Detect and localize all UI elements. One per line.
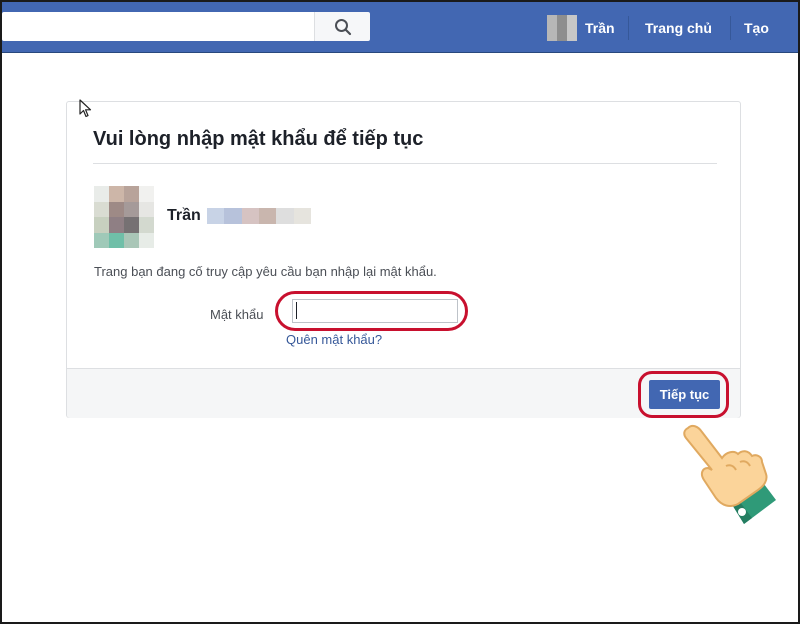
dialog-title: Vui lòng nhập mật khẩu để tiếp tục [93, 128, 424, 150]
nav-avatar [547, 15, 577, 41]
text-caret [296, 302, 297, 319]
nav-create-link[interactable]: Tạo [744, 20, 769, 36]
pointing-hand-icon [683, 424, 776, 524]
user-avatar [94, 186, 154, 248]
search-button[interactable] [314, 12, 370, 41]
nav-divider [628, 16, 629, 40]
password-label: Mật khẩu [210, 307, 264, 322]
search-input[interactable] [2, 12, 314, 41]
blurred-surname [207, 208, 311, 224]
top-navigation-bar: Trần Trang chủ Tạo [2, 2, 798, 53]
password-field[interactable] [292, 299, 458, 323]
continue-highlight-ring: Tiếp tục [638, 371, 729, 418]
nav-home-link[interactable]: Trang chủ [645, 20, 712, 36]
password-dialog: Vui lòng nhập mật khẩu để tiếp tục Trần … [66, 101, 741, 418]
nav-profile-link[interactable]: Trần [547, 14, 615, 42]
password-highlight-ring [275, 291, 468, 331]
user-name: Trần [167, 207, 201, 224]
dialog-divider [93, 163, 717, 164]
continue-button[interactable]: Tiếp tục [649, 380, 720, 409]
reauth-message: Trang bạn đang cố truy cập yêu cầu bạn n… [94, 264, 437, 279]
mouse-cursor-icon [79, 99, 92, 118]
nav-profile-name: Trần [585, 20, 615, 36]
forgot-password-link[interactable]: Quên mật khẩu? [286, 332, 382, 347]
nav-divider [730, 16, 731, 40]
search-icon [334, 18, 351, 35]
